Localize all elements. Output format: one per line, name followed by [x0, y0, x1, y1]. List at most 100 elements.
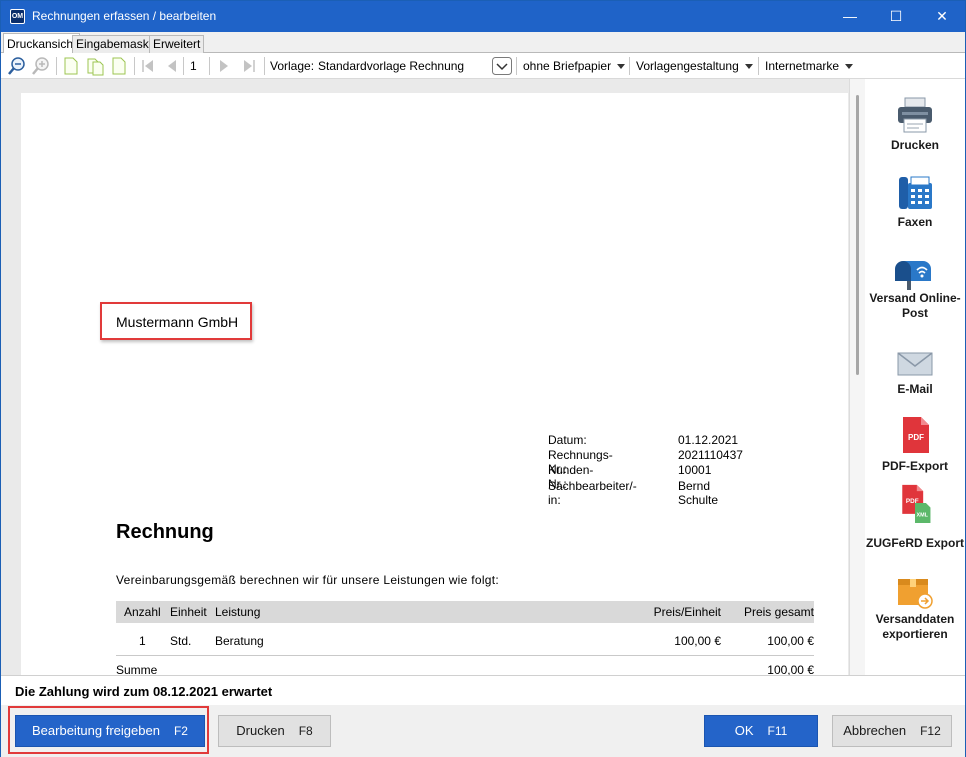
cell-unit: Std. [170, 634, 192, 648]
page-single-icon[interactable] [61, 56, 81, 76]
print-button-label: Drucken [236, 723, 285, 738]
release-editing-button[interactable]: Bearbeitung freigeben F2 [15, 715, 205, 747]
mailbox-icon [895, 261, 931, 290]
chevron-down-icon [744, 64, 753, 70]
sum-label: Summe [116, 663, 158, 675]
box-export-icon [898, 579, 933, 609]
sidebar-label-online-post: Versand Online-Post [869, 291, 961, 320]
col-qty: Anzahl [124, 605, 161, 619]
release-editing-label: Bearbeitung freigeben [32, 723, 160, 738]
cell-qty: 1 [139, 634, 146, 648]
template-design-label: Vorlagengestaltung [636, 59, 739, 73]
tab-druckansicht[interactable]: Druckansicht [3, 33, 81, 54]
meta-value-customer-number: 10001 [678, 463, 712, 477]
sum-value: 100,00 € [767, 663, 814, 675]
sidebar-item-print[interactable]: Drucken [865, 93, 965, 155]
vertical-scrollbar[interactable] [849, 79, 865, 675]
toolbar-separator [516, 57, 517, 75]
page-fit-icon[interactable] [109, 56, 129, 76]
sidebar-label-email: E-Mail [897, 382, 933, 396]
postage-dropdown[interactable]: Internetmarke [765, 56, 854, 76]
sidebar-label-shipping-export: Versanddaten exportieren [875, 612, 955, 641]
line-items-header: Anzahl Einheit Leistung Preis/Einheit Pr… [116, 601, 814, 623]
toolbar-separator [264, 57, 265, 75]
payment-status-bar: Die Zahlung wird zum 08.12.2021 erwartet [1, 675, 965, 705]
template-dropdown-icon[interactable] [492, 57, 512, 75]
sidebar-item-shipping-export[interactable]: Versanddaten exportieren [865, 569, 965, 649]
cancel-button[interactable]: Abbrechen F12 [832, 715, 952, 747]
ok-button-label: OK [734, 723, 754, 738]
meta-value-invoice-number: 2021110437 [678, 448, 743, 462]
close-button[interactable]: ✕ [919, 1, 965, 32]
print-button-shortcut: F8 [298, 724, 313, 738]
toolbar-separator [183, 57, 184, 75]
company-name: Mustermann GmbH [116, 314, 239, 330]
col-service: Leistung [215, 605, 261, 619]
letterhead-label: ohne Briefpapier [523, 59, 612, 73]
template-select[interactable]: Standardvorlage Rechnung [318, 56, 464, 76]
col-unit-price: Preis/Einheit [653, 605, 721, 619]
first-page-icon[interactable] [138, 56, 158, 76]
meta-value-date: 01.12.2021 [678, 433, 739, 447]
zoom-out-icon[interactable] [7, 56, 27, 76]
tab-erweitert[interactable]: Erweitert [149, 35, 205, 53]
meta-value-clerk: Bernd Schulte [678, 479, 719, 507]
sidebar-label-fax: Faxen [897, 215, 933, 229]
next-page-icon[interactable] [214, 56, 234, 76]
sum-row: Summe 100,00 € [116, 661, 814, 675]
cancel-button-label: Abbrechen [843, 723, 907, 738]
page-number-field[interactable]: 1 [190, 56, 197, 76]
pdf-icon: PDF [903, 417, 929, 453]
toolbar-separator [629, 57, 630, 75]
sidebar-item-email[interactable]: E-Mail [865, 347, 965, 399]
page-double-icon[interactable] [85, 56, 105, 76]
tab-eingabemaske[interactable]: Eingabemaske [72, 35, 160, 53]
cell-service: Beratung [215, 634, 264, 648]
template-label: Vorlage: [270, 59, 315, 73]
cell-total: 100,00 € [767, 634, 814, 648]
pdf-xml-icon: PDF XML [902, 484, 931, 523]
invoice-page: Mustermann GmbH Datum: 01.12.2021 Rechnu… [21, 93, 848, 675]
preview-toolbar: 1 Vorlage: Standardvorlage Rechnung ohne… [1, 53, 965, 79]
template-design-dropdown[interactable]: Vorlagengestaltung [636, 56, 753, 76]
svg-text:XML: XML [917, 513, 929, 519]
chevron-down-icon [617, 64, 626, 70]
meta-label-clerk: Sachbearbeiter/-in: [548, 479, 637, 507]
toolbar-separator [134, 57, 135, 75]
print-button[interactable]: Drucken F8 [218, 715, 331, 747]
printer-icon [898, 97, 932, 133]
maximize-button[interactable]: ☐ [873, 1, 919, 32]
company-highlight-box[interactable]: Mustermann GmbH [100, 302, 252, 340]
envelope-icon [897, 352, 933, 376]
invoice-intro: Vereinbarungsgemäß berechnen wir für uns… [116, 573, 500, 587]
sidebar-label-pdf-export: PDF-Export [882, 459, 948, 473]
table-row: 1 Std. Beratung 100,00 € 100,00 € [116, 623, 814, 656]
ok-button-shortcut: F11 [767, 724, 788, 738]
cancel-button-shortcut: F12 [920, 724, 941, 738]
minimize-button[interactable]: — [827, 1, 873, 32]
letterhead-dropdown[interactable]: ohne Briefpapier [523, 56, 626, 76]
document-preview[interactable]: Mustermann GmbH Datum: 01.12.2021 Rechnu… [1, 79, 849, 675]
title-bar[interactable]: OM Rechnungen erfassen / bearbeiten — ☐ … [1, 1, 965, 32]
window-title: Rechnungen erfassen / bearbeiten [32, 9, 217, 23]
sidebar-item-online-post[interactable]: Versand Online-Post [865, 251, 965, 323]
payment-due-text: Die Zahlung wird zum 08.12.2021 erwartet [15, 684, 273, 699]
toolbar-separator [758, 57, 759, 75]
sidebar-item-pdf-export[interactable]: PDF PDF-Export [865, 415, 965, 475]
invoice-title: Rechnung [116, 521, 214, 543]
last-page-icon[interactable] [239, 56, 259, 76]
scrollbar-thumb[interactable] [856, 95, 859, 375]
sidebar-label-print: Drucken [890, 138, 940, 152]
ok-button[interactable]: OK F11 [704, 715, 818, 747]
zoom-in-icon[interactable] [31, 56, 51, 76]
sidebar-label-zugferd-export: ZUGFeRD Export [865, 536, 964, 550]
col-unit: Einheit [170, 605, 207, 619]
prev-page-icon[interactable] [162, 56, 182, 76]
fax-icon [899, 176, 932, 209]
cell-unit-price: 100,00 € [674, 634, 721, 648]
tab-strip: Druckansicht Eingabemaske Erweitert [1, 32, 965, 54]
toolbar-separator [209, 57, 210, 75]
sidebar-item-fax[interactable]: Faxen [865, 173, 965, 235]
sidebar-item-zugferd-export[interactable]: PDF XML ZUGFeRD Export [865, 483, 965, 551]
toolbar-separator [56, 57, 57, 75]
